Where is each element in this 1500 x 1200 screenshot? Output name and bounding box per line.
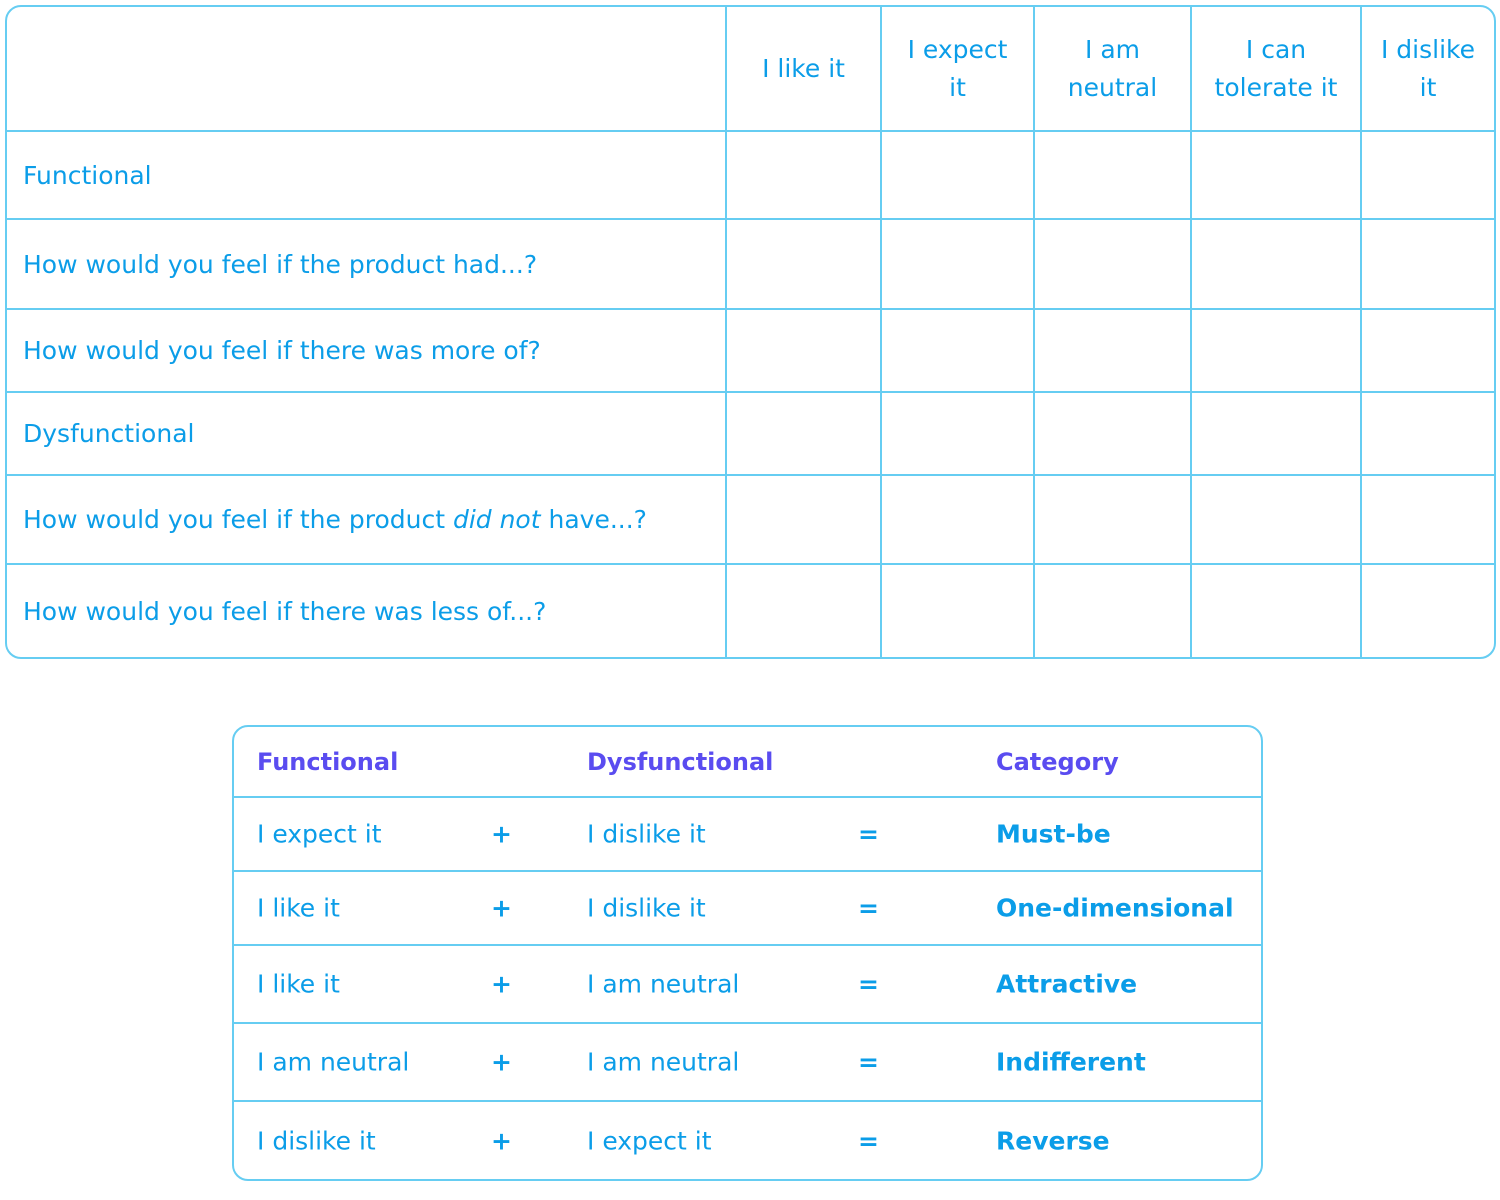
header-category: Category	[996, 747, 1119, 776]
answer-cell[interactable]	[725, 391, 882, 476]
answer-cell[interactable]	[880, 218, 1035, 310]
row-label-functional: Functional	[7, 130, 727, 220]
equals-icon: =	[858, 1047, 879, 1077]
kano-survey-table: I like it I expect it I am neutral I can…	[5, 5, 1496, 659]
answer-cell[interactable]	[1360, 474, 1494, 565]
answer-cell[interactable]	[880, 308, 1035, 393]
functional-answer: I expect it	[257, 819, 382, 849]
equals-icon: =	[858, 1126, 879, 1155]
category-row: I am neutral + I am neutral = Indifferen…	[234, 1024, 1261, 1102]
answer-cell[interactable]	[725, 563, 882, 657]
answer-cell[interactable]	[1033, 218, 1192, 310]
answer-cell[interactable]	[1190, 218, 1362, 310]
category-header-row: Functional Dysfunctional Category	[234, 727, 1261, 798]
answer-cell[interactable]	[1033, 563, 1192, 657]
answer-cell[interactable]	[1190, 563, 1362, 657]
answer-cell[interactable]	[1033, 308, 1192, 393]
answer-cell[interactable]	[1190, 474, 1362, 565]
answer-cell[interactable]	[1360, 218, 1494, 310]
column-header-neutral: I am neutral	[1033, 7, 1192, 132]
row-label-more-of: How would you feel if there was more of?	[7, 308, 727, 393]
category-label: Attractive	[996, 969, 1138, 999]
dysfunctional-answer: I dislike it	[587, 893, 706, 923]
row-label-product-had: How would you feel if the product had...…	[7, 218, 727, 310]
row-label-did-not-have: How would you feel if the product did no…	[7, 474, 727, 565]
answer-cell[interactable]	[1033, 474, 1192, 565]
table-row: How would you feel if the product had...…	[7, 218, 1494, 310]
column-header-tolerate: I can tolerate it	[1190, 7, 1362, 132]
header-row: I like it I expect it I am neutral I can…	[7, 7, 1494, 132]
kano-category-table: Functional Dysfunctional Category I expe…	[232, 725, 1263, 1181]
table-row: How would you feel if there was less of.…	[7, 563, 1494, 657]
category-row: I like it + I am neutral = Attractive	[234, 946, 1261, 1024]
table-row: How would you feel if there was more of?	[7, 308, 1494, 393]
functional-answer: I am neutral	[257, 1047, 410, 1077]
dysfunctional-answer: I am neutral	[587, 1047, 740, 1077]
table-row: How would you feel if the product did no…	[7, 474, 1494, 565]
answer-cell[interactable]	[725, 308, 882, 393]
plus-icon: +	[491, 893, 512, 923]
equals-icon: =	[858, 969, 879, 999]
category-label: One-dimensional	[996, 893, 1234, 923]
answer-cell[interactable]	[880, 563, 1035, 657]
category-label: Indifferent	[996, 1047, 1146, 1077]
answer-cell[interactable]	[880, 391, 1035, 476]
functional-answer: I dislike it	[257, 1126, 376, 1155]
answer-cell[interactable]	[725, 474, 882, 565]
answer-cell[interactable]	[1033, 391, 1192, 476]
equals-icon: =	[858, 893, 879, 923]
category-row: I expect it + I dislike it = Must-be	[234, 798, 1261, 872]
answer-cell[interactable]	[1190, 130, 1362, 220]
emphasis-text: did not	[452, 505, 541, 534]
answer-cell[interactable]	[1360, 563, 1494, 657]
plus-icon: +	[491, 819, 512, 849]
row-label-dysfunctional: Dysfunctional	[7, 391, 727, 476]
header-dysfunctional: Dysfunctional	[587, 747, 774, 776]
answer-cell[interactable]	[1190, 391, 1362, 476]
answer-cell[interactable]	[725, 130, 882, 220]
equals-icon: =	[858, 819, 879, 849]
corner-cell	[7, 7, 727, 132]
answer-cell[interactable]	[1360, 308, 1494, 393]
plus-icon: +	[491, 969, 512, 999]
functional-answer: I like it	[257, 969, 340, 999]
dysfunctional-answer: I dislike it	[587, 819, 706, 849]
category-row: I like it + I dislike it = One-dimension…	[234, 872, 1261, 946]
answer-cell[interactable]	[1190, 308, 1362, 393]
answer-cell[interactable]	[880, 474, 1035, 565]
column-header-like: I like it	[725, 7, 882, 132]
plus-icon: +	[491, 1126, 512, 1155]
column-header-expect: I expect it	[880, 7, 1035, 132]
dysfunctional-answer: I am neutral	[587, 969, 740, 999]
table-row: Dysfunctional	[7, 391, 1494, 476]
column-header-dislike: I dislike it	[1360, 7, 1494, 132]
dysfunctional-answer: I expect it	[587, 1126, 712, 1155]
answer-cell[interactable]	[880, 130, 1035, 220]
row-label-less-of: How would you feel if there was less of.…	[7, 563, 727, 657]
answer-cell[interactable]	[725, 218, 882, 310]
header-functional: Functional	[257, 747, 399, 776]
category-label: Reverse	[996, 1126, 1110, 1155]
plus-icon: +	[491, 1047, 512, 1077]
answer-cell[interactable]	[1360, 391, 1494, 476]
table-row: Functional	[7, 130, 1494, 220]
answer-cell[interactable]	[1033, 130, 1192, 220]
functional-answer: I like it	[257, 893, 340, 923]
category-label: Must-be	[996, 819, 1111, 849]
answer-cell[interactable]	[1360, 130, 1494, 220]
category-row: I dislike it + I expect it = Reverse	[234, 1102, 1261, 1179]
